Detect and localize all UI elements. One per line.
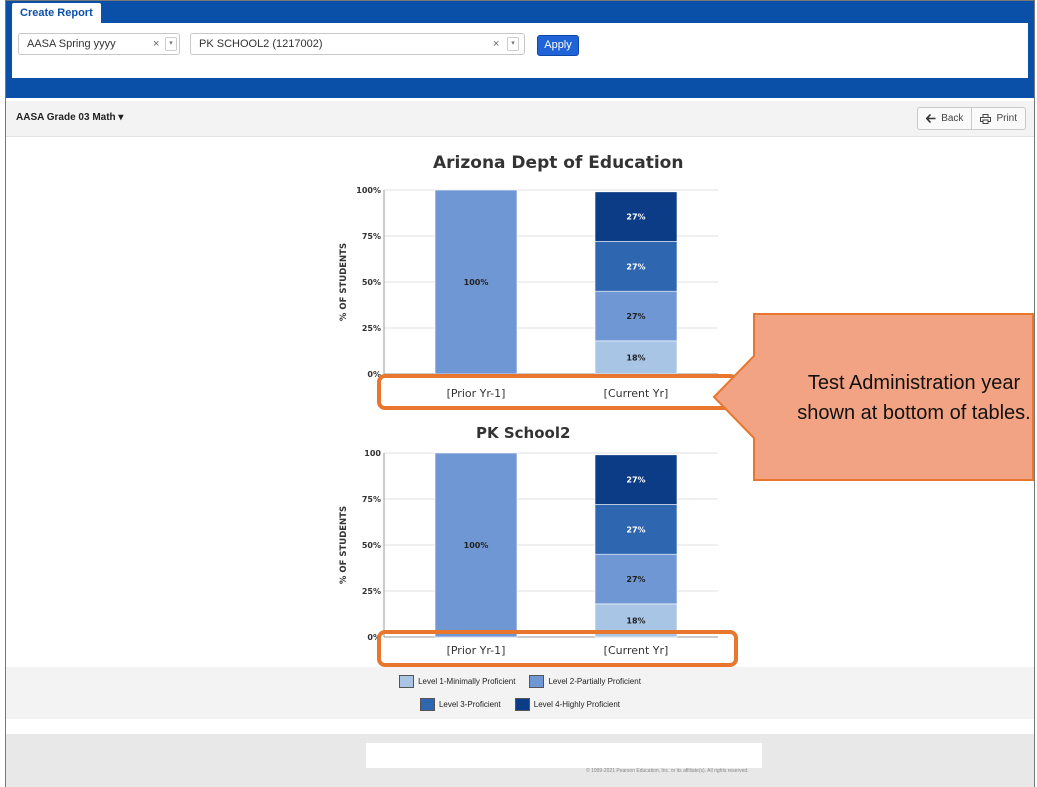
highlight-box-state-years (377, 374, 738, 410)
highlight-box-school-years (377, 630, 738, 667)
callout-text: Test Administration year shown at bottom… (797, 372, 1031, 424)
